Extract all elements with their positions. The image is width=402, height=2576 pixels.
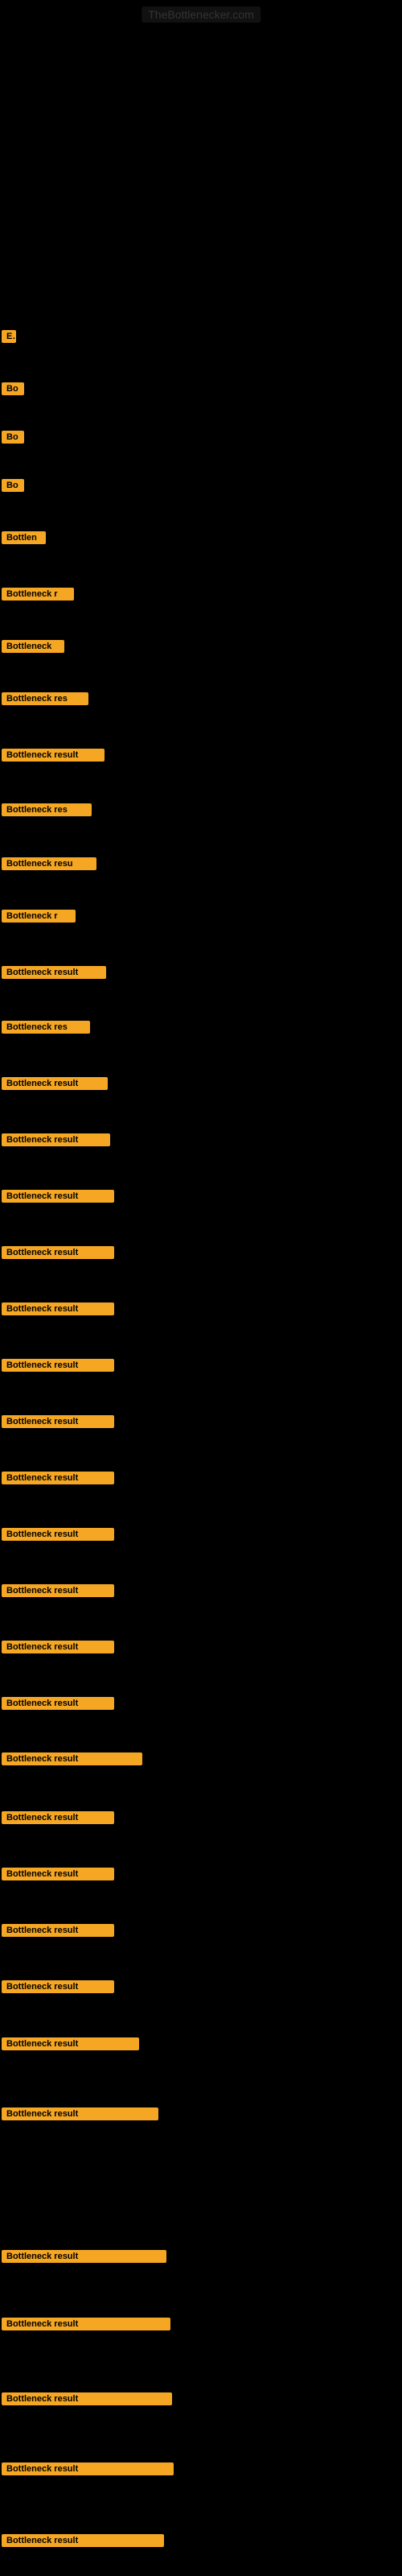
bottleneck-label-1: E <box>2 330 16 347</box>
bottleneck-label-21: Bottleneck result <box>2 1415 114 1432</box>
bottleneck-label-20: Bottleneck result <box>2 1359 114 1376</box>
bottleneck-label-19: Bottleneck result <box>2 1302 114 1319</box>
bottleneck-label-23: Bottleneck result <box>2 1528 114 1545</box>
bottleneck-label-35: Bottleneck result <box>2 2318 170 2334</box>
bottleneck-label-27: Bottleneck result <box>2 1752 142 1769</box>
bottleneck-label-7: Bottleneck <box>2 640 64 657</box>
bottleneck-label-18: Bottleneck result <box>2 1246 114 1263</box>
bottleneck-label-5: Bottlen <box>2 531 46 548</box>
bottleneck-label-37: Bottleneck result <box>2 2462 174 2479</box>
bottleneck-label-17: Bottleneck result <box>2 1190 114 1207</box>
bottleneck-label-12: Bottleneck r <box>2 910 76 927</box>
bottleneck-label-32: Bottleneck result <box>2 2037 139 2054</box>
bottleneck-label-26: Bottleneck result <box>2 1697 114 1714</box>
bottleneck-label-36: Bottleneck result <box>2 2392 172 2409</box>
bottleneck-label-8: Bottleneck res <box>2 692 88 709</box>
bottleneck-label-14: Bottleneck res <box>2 1021 90 1038</box>
bottleneck-label-16: Bottleneck result <box>2 1133 110 1150</box>
bottleneck-label-34: Bottleneck result <box>2 2250 166 2267</box>
site-title: TheBottlenecker.com <box>142 6 260 23</box>
bottleneck-label-2: Bo <box>2 382 24 399</box>
bottleneck-label-24: Bottleneck result <box>2 1584 114 1601</box>
bottleneck-label-29: Bottleneck result <box>2 1868 114 1885</box>
bottleneck-label-30: Bottleneck result <box>2 1924 114 1941</box>
bottleneck-label-4: Bo <box>2 479 24 496</box>
bottleneck-label-25: Bottleneck result <box>2 1641 114 1657</box>
bottleneck-label-38: Bottleneck result <box>2 2534 164 2551</box>
bottleneck-label-22: Bottleneck result <box>2 1472 114 1488</box>
bottleneck-label-15: Bottleneck result <box>2 1077 108 1094</box>
bottleneck-label-28: Bottleneck result <box>2 1811 114 1828</box>
bottleneck-label-3: Bo <box>2 431 24 448</box>
bottleneck-label-31: Bottleneck result <box>2 1980 114 1997</box>
bottleneck-label-10: Bottleneck res <box>2 803 92 820</box>
bottleneck-label-9: Bottleneck result <box>2 749 105 766</box>
bottleneck-label-11: Bottleneck resu <box>2 857 96 874</box>
bottleneck-label-33: Bottleneck result <box>2 2107 158 2124</box>
bottleneck-label-6: Bottleneck r <box>2 588 74 605</box>
bottleneck-label-13: Bottleneck result <box>2 966 106 983</box>
